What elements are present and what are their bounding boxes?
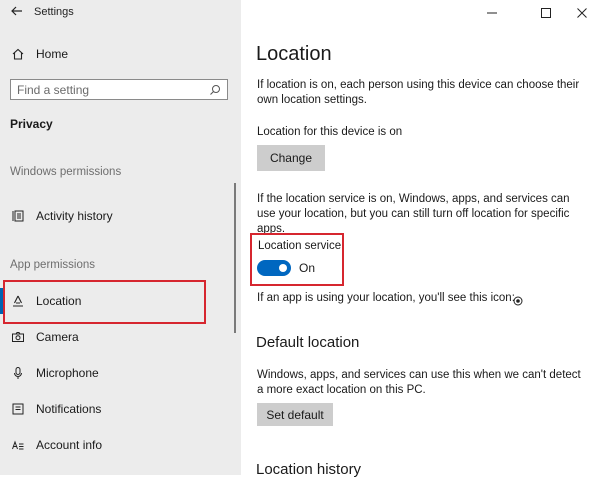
service-description: If the location service is on, Windows, … (257, 193, 570, 235)
page-title: Location (256, 43, 332, 65)
sidebar-item-activity-history[interactable]: Activity history (10, 204, 220, 228)
sidebar-item-label: Account info (36, 438, 103, 452)
maximize-button[interactable] (528, 0, 564, 26)
device-status-text: Location for this device is on (257, 126, 403, 138)
default-location-heading: Default location (256, 334, 360, 351)
sidebar-item-microphone[interactable]: Microphone (10, 361, 220, 385)
sidebar-item-label: Camera (36, 330, 79, 344)
back-arrow-icon[interactable] (10, 4, 24, 18)
highlight-box-location-service (250, 233, 344, 286)
sidebar-item-home[interactable]: Home (10, 44, 68, 64)
sidebar-item-label: Microphone (36, 366, 99, 380)
category-app-permissions: App permissions (10, 259, 96, 271)
location-history-heading: Location history (256, 461, 362, 478)
maximize-icon (541, 8, 551, 18)
sidebar-item-label: Activity history (36, 209, 113, 223)
sidebar-item-notifications[interactable]: Notifications (10, 397, 220, 421)
sidebar-item-label: Notifications (36, 402, 102, 416)
minimize-icon (487, 12, 497, 14)
microphone-icon (10, 365, 26, 381)
location-in-use-icon (513, 293, 523, 306)
search-icon[interactable] (209, 84, 221, 96)
icon-note-text: If an app is using your location, you'll… (257, 292, 515, 304)
activity-history-icon (10, 208, 26, 224)
change-button[interactable]: Change (257, 145, 325, 171)
sidebar-scrollbar[interactable] (234, 183, 236, 333)
section-title: Privacy (10, 117, 53, 131)
notifications-icon (10, 401, 26, 417)
intro-text: If location is on, each person using thi… (257, 79, 580, 106)
close-button[interactable] (564, 0, 600, 26)
default-location-description: Windows, apps, and services can use this… (257, 369, 581, 396)
sidebar: Settings Home Privacy Windows permission… (0, 0, 241, 475)
set-default-button[interactable]: Set default (257, 403, 333, 426)
search-box[interactable] (10, 79, 228, 100)
window-title: Settings (34, 6, 74, 18)
sidebar-item-camera[interactable]: Camera (10, 325, 220, 349)
close-icon (577, 8, 587, 18)
account-info-icon (10, 437, 26, 453)
sidebar-home-label: Home (36, 47, 69, 61)
search-input[interactable] (17, 82, 209, 97)
highlight-box-location (3, 280, 206, 324)
camera-icon (10, 329, 26, 345)
sidebar-item-account-info[interactable]: Account info (10, 433, 220, 457)
minimize-button[interactable] (474, 0, 510, 26)
home-icon (10, 47, 26, 61)
category-windows-permissions: Windows permissions (10, 166, 122, 178)
